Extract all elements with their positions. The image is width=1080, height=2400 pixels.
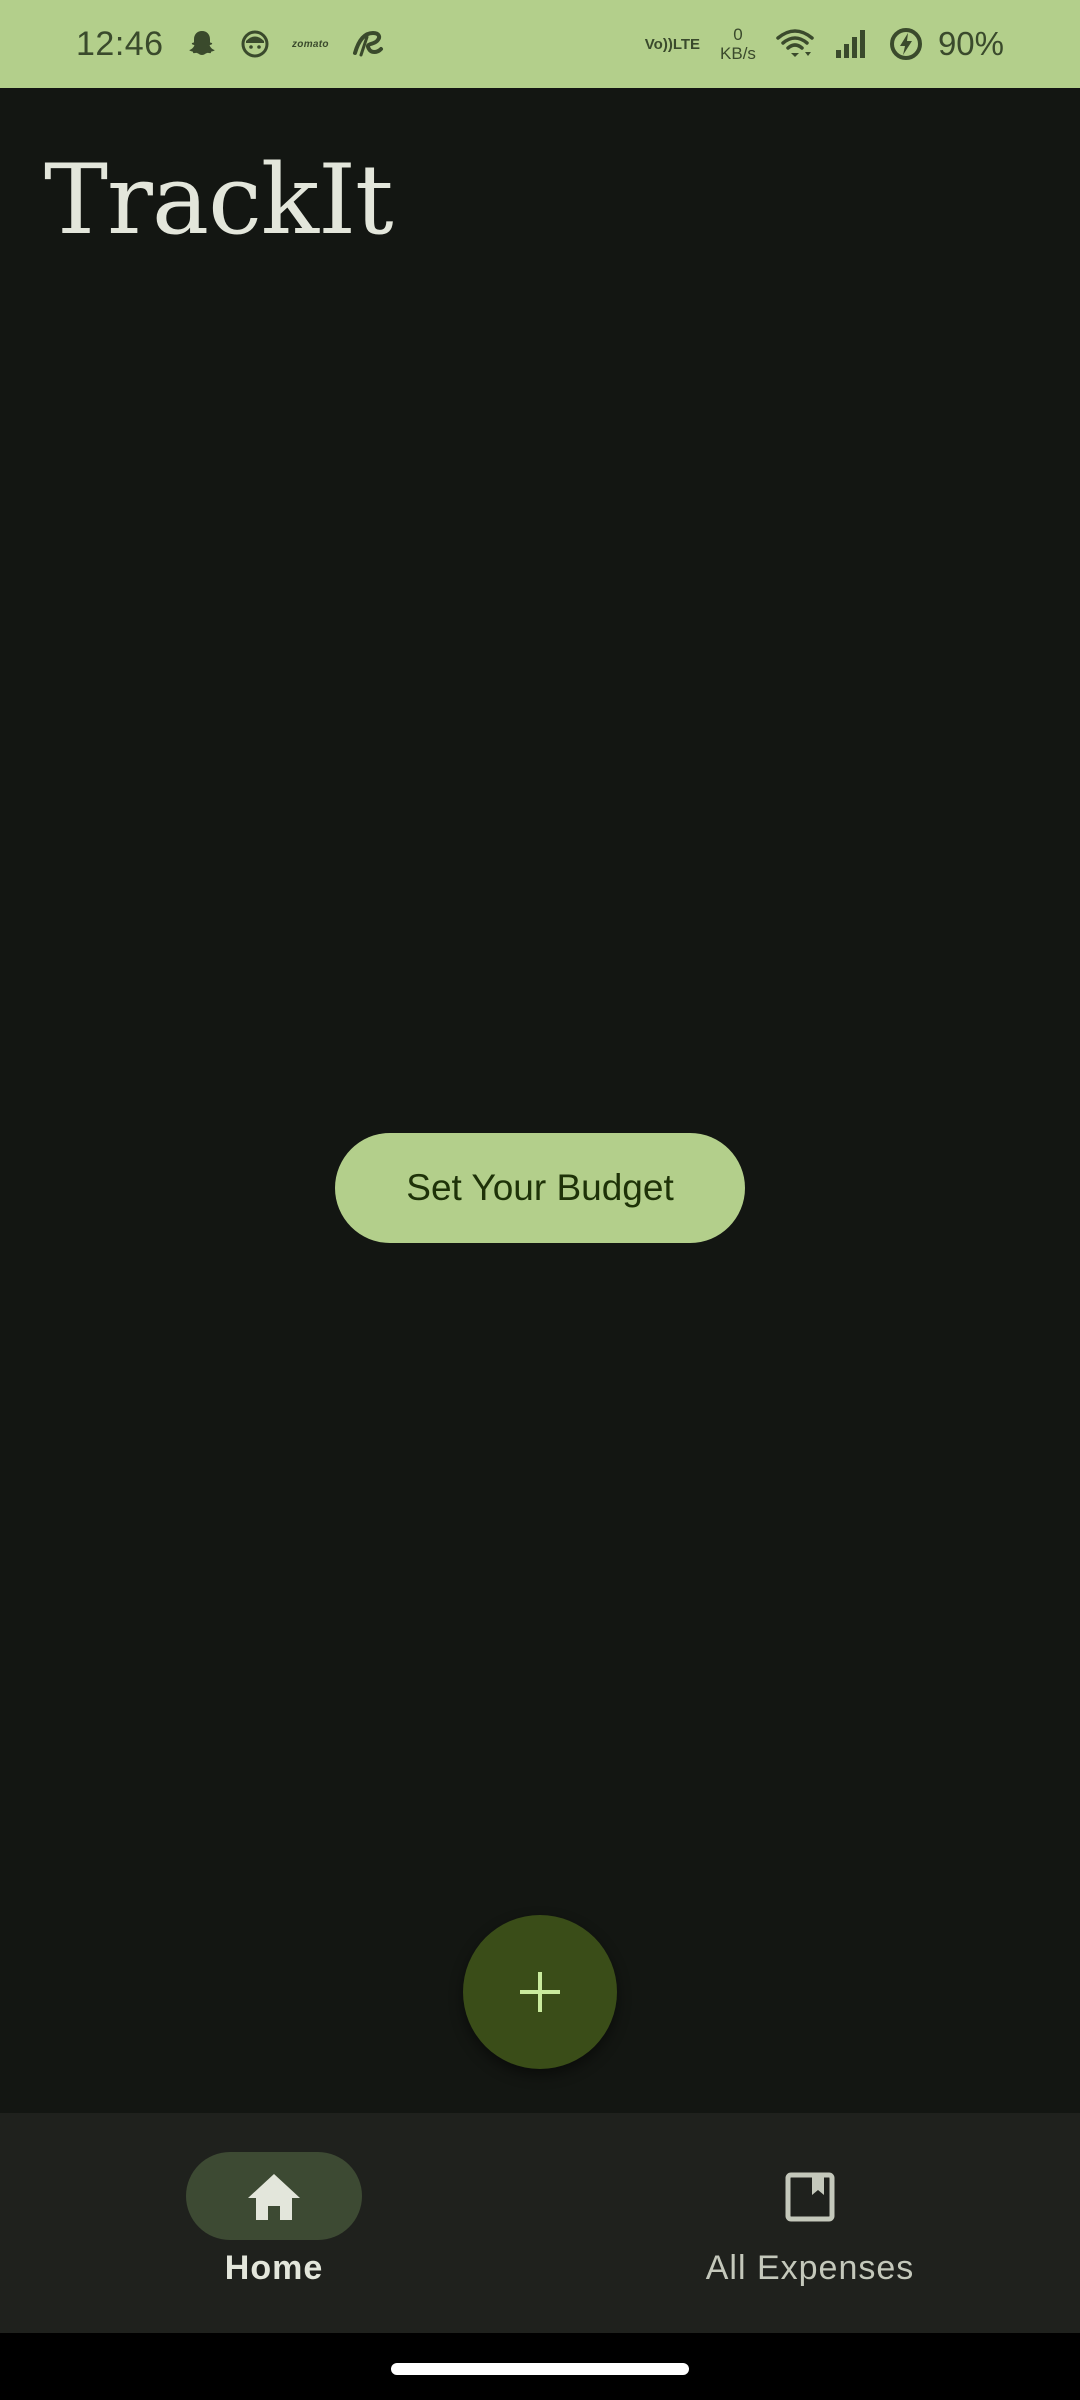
app-title: TrackIt (44, 144, 394, 256)
status-right: Vo)) LTE 0 KB/s 90% (625, 18, 1004, 70)
nav-item-all-expenses[interactable]: All Expenses (540, 2113, 1080, 2333)
add-expense-button[interactable] (463, 1915, 617, 2069)
app-face-icon (240, 29, 270, 59)
notification-icons: zomato (186, 22, 407, 66)
zomato-icon: zomato (292, 38, 329, 50)
home-gesture-handle[interactable] (391, 2363, 689, 2375)
bottom-navigation: Home All Expenses (0, 2113, 1080, 2333)
nav-label-home: Home (224, 2249, 324, 2287)
app-swirl-icon (351, 29, 385, 59)
nav-label-all-expenses: All Expenses (705, 2249, 915, 2287)
nav-item-home[interactable]: Home (0, 2113, 540, 2333)
plus-icon (518, 1970, 562, 2014)
system-gesture-area (0, 2333, 1080, 2400)
bookmark-icon (782, 2169, 838, 2225)
battery-charging-icon (888, 26, 924, 62)
status-time: 12:46 (76, 25, 164, 63)
network-speed: 0 KB/s (720, 25, 756, 63)
set-budget-button[interactable]: Set Your Budget (335, 1133, 745, 1243)
signal-icon (834, 28, 868, 60)
volte-indicator: Vo)) LTE (644, 35, 701, 53)
status-bar: 12:46 zomato Vo)) LTE 0 KB/s 90% (0, 0, 1080, 88)
home-icon (246, 2169, 302, 2225)
wifi-icon (776, 28, 814, 60)
snapchat-icon (186, 28, 218, 60)
battery-percent: 90% (937, 25, 1004, 62)
